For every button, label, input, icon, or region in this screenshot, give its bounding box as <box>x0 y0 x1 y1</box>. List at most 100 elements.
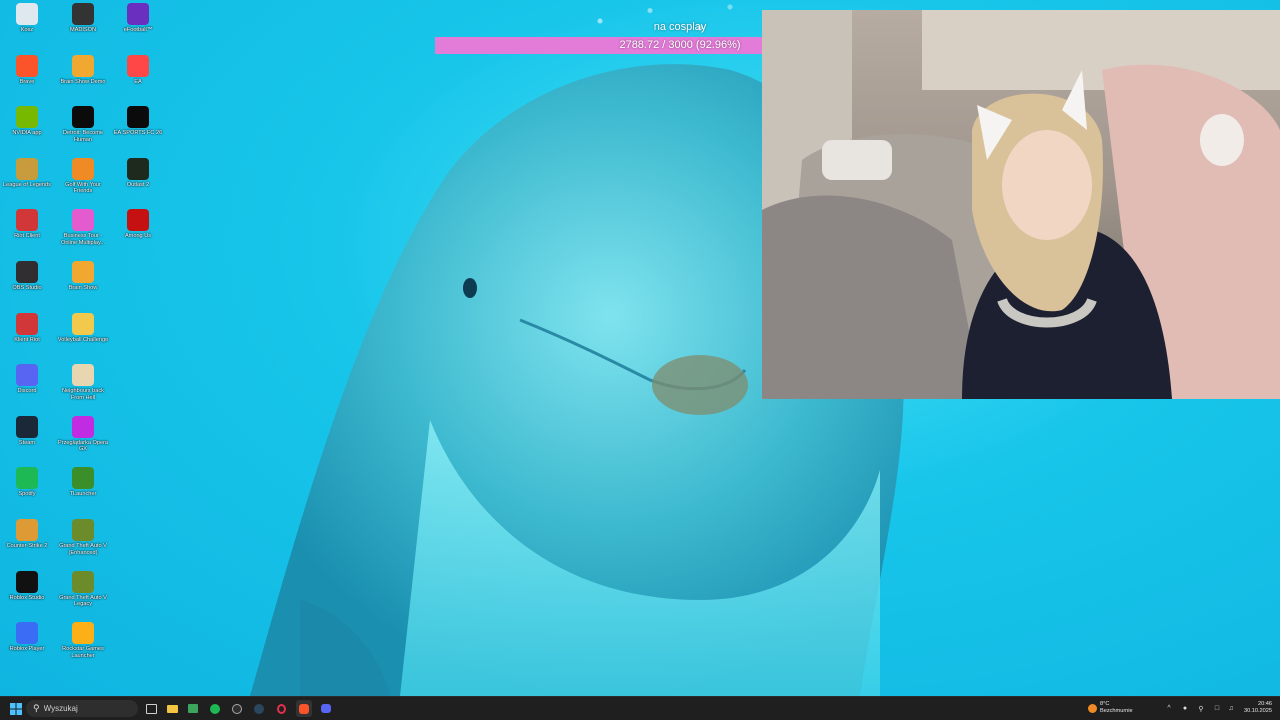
desktop-shortcut-label: Detroit: Become Human <box>62 130 104 143</box>
start-button[interactable] <box>8 700 24 717</box>
windows-logo-icon <box>10 702 22 715</box>
desktop-shortcut[interactable]: NVIDIA app <box>1 106 53 137</box>
taskbar-search-box[interactable]: ⚲ <box>26 700 138 717</box>
brave-icon <box>16 54 38 77</box>
nvidia-icon <box>16 106 38 129</box>
desktop-shortcut[interactable]: Przeglądarka Opera GX <box>57 415 109 453</box>
weather-desc: Bezchmurnie <box>1100 708 1133 714</box>
desktop-shortcut[interactable]: Klient Riot <box>1 312 53 344</box>
desktop-shortcut[interactable]: Brain Show <box>57 261 109 292</box>
opera-gx-icon <box>72 415 94 438</box>
desktop-shortcut[interactable]: Outlast 2 <box>112 157 164 189</box>
desktop-shortcut-label: Spotify <box>18 491 36 498</box>
desktop-shortcut[interactable]: OBS Studio <box>1 261 53 292</box>
roblox-icon <box>16 622 38 645</box>
ea-icon <box>127 54 149 77</box>
desktop-shortcut[interactable]: Spotify <box>1 467 53 498</box>
desktop-shortcut-label: NVIDIA app <box>12 130 42 137</box>
microsoft-store-icon[interactable] <box>187 700 199 717</box>
desktop-shortcut[interactable]: Business Tour - Online Multiplay... <box>57 209 109 246</box>
desktop-shortcut[interactable]: Brave <box>1 54 53 86</box>
spotify-taskbar-icon[interactable] <box>209 700 221 717</box>
desktop-shortcut-label: Golf With Your Friends <box>65 181 101 195</box>
desktop-shortcut[interactable]: Steam <box>1 415 53 447</box>
desktop-shortcut-label: Business Tour - Online Multiplay... <box>60 233 106 246</box>
desktop-shortcut[interactable]: Golf With Your Friends <box>57 157 109 195</box>
volume-icon[interactable]: ♫ <box>1226 700 1236 717</box>
microphone-icon[interactable]: ⚲ <box>1196 700 1206 717</box>
steam-icon <box>16 415 38 438</box>
desktop-shortcut-label: Grand Theft Auto V (Enhanced) <box>59 543 107 556</box>
task-view-icon[interactable] <box>145 700 157 717</box>
desktop-shortcut-label: EA <box>134 78 142 85</box>
desktop-shortcut[interactable]: Brain Show Demo <box>57 54 109 86</box>
file-explorer-icon[interactable] <box>166 700 178 717</box>
tray-app-icon[interactable]: ● <box>1180 700 1190 717</box>
desktop-shortcut[interactable]: Grand Theft Auto V (Enhanced) <box>57 519 109 556</box>
network-icon[interactable]: □ <box>1212 700 1222 717</box>
desktop-shortcut[interactable]: League of Legends <box>1 157 53 189</box>
weather-icon[interactable] <box>1086 700 1098 717</box>
chair-logo <box>1200 114 1244 166</box>
league-icon <box>16 157 38 180</box>
search-input[interactable] <box>43 704 132 713</box>
chevron-up-icon[interactable]: ^ <box>1164 700 1174 717</box>
business-tour-icon <box>72 209 94 232</box>
clock-time[interactable]: 20:46 <box>1244 701 1272 708</box>
desktop-shortcut[interactable]: Grand Theft Auto V Legacy <box>57 570 109 608</box>
obs-icon <box>16 261 38 283</box>
desktop-shortcut[interactable]: Among Us <box>112 209 164 240</box>
desktop-shortcut-label: Among Us <box>124 233 152 240</box>
desktop-shortcut[interactable]: MADISON <box>57 3 109 34</box>
recycle-bin-icon <box>16 3 38 25</box>
brave-taskbar-icon[interactable] <box>296 700 312 717</box>
taskbar: ⚲ 8°C Bezchmurnie ^ ● ⚲ □ ♫ 20:46 30.10.… <box>0 696 1280 720</box>
outlast-icon <box>127 157 149 180</box>
desktop-shortcut-label: Przeglądarka Opera GX <box>57 439 109 453</box>
opera-gx-taskbar-icon[interactable] <box>275 700 287 717</box>
fc26-icon <box>127 106 149 129</box>
desktop-shortcut-label: Outlast 2 <box>126 181 150 188</box>
desktop-shortcut[interactable]: Counter-Strike 2 <box>1 519 53 550</box>
desktop-shortcut[interactable]: Roblox Studio <box>1 570 53 602</box>
madison-icon <box>72 3 94 25</box>
desktop-shortcut-label: Volleyball Challenge <box>57 336 109 343</box>
desktop-shortcut-label: Kosz <box>20 27 34 33</box>
discord-taskbar-icon[interactable] <box>320 700 332 717</box>
desktop-shortcut-label: Brain Show <box>68 285 98 291</box>
desktop-shortcut-label: EA SPORTS FC 26 <box>113 130 163 137</box>
desktop-shortcut-label: Counter-Strike 2 <box>6 543 48 549</box>
desktop-shortcut[interactable]: eFootball™ <box>112 3 164 34</box>
desktop-shortcut-label: Riot Client <box>14 233 40 240</box>
brain-show-icon <box>72 261 94 283</box>
gta-icon <box>72 519 94 541</box>
desktop-shortcut[interactable]: Detroit: Become Human <box>57 106 109 143</box>
golf-icon <box>72 157 94 180</box>
cs2-icon <box>16 519 38 541</box>
desktop-shortcut-label: Neighbours back From Hell <box>62 388 104 401</box>
desktop-shortcut[interactable]: Rockstar Games Launcher <box>57 622 109 659</box>
desktop-shortcut-label: League of Legends <box>3 181 51 188</box>
desktop-shortcut[interactable]: Kosz <box>1 3 53 34</box>
obs-taskbar-icon[interactable] <box>231 700 243 717</box>
desktop-shortcut[interactable]: EA SPORTS FC 26 <box>112 106 164 137</box>
desktop-shortcut[interactable]: EA <box>112 54 164 86</box>
roblox-studio-icon <box>16 570 38 593</box>
weather-temp: 8°C <box>1100 701 1110 707</box>
tlauncher-icon <box>72 467 94 490</box>
rockstar-icon <box>72 622 94 645</box>
desktop-shortcut-label: Steam <box>18 439 36 446</box>
desktop-shortcut[interactable]: Discord <box>1 364 53 395</box>
desktop-shortcut[interactable]: Volleyball Challenge <box>57 312 109 344</box>
desktop-shortcut-label: Rockstar Games Launcher <box>62 646 104 659</box>
desktop-shortcut[interactable]: Riot Client <box>1 209 53 240</box>
detroit-icon <box>72 106 94 129</box>
desktop-shortcut[interactable]: Neighbours back From Hell <box>57 364 109 401</box>
webcam-scene <box>762 10 1280 399</box>
desktop-shortcut[interactable]: Roblox Player <box>1 622 53 653</box>
clock-date[interactable]: 30.10.2025 <box>1236 708 1272 715</box>
gta-icon <box>72 570 94 593</box>
desktop-shortcut[interactable]: TLauncher <box>57 467 109 498</box>
steam-taskbar-icon[interactable] <box>253 700 265 717</box>
webcam-overlay <box>762 10 1280 399</box>
